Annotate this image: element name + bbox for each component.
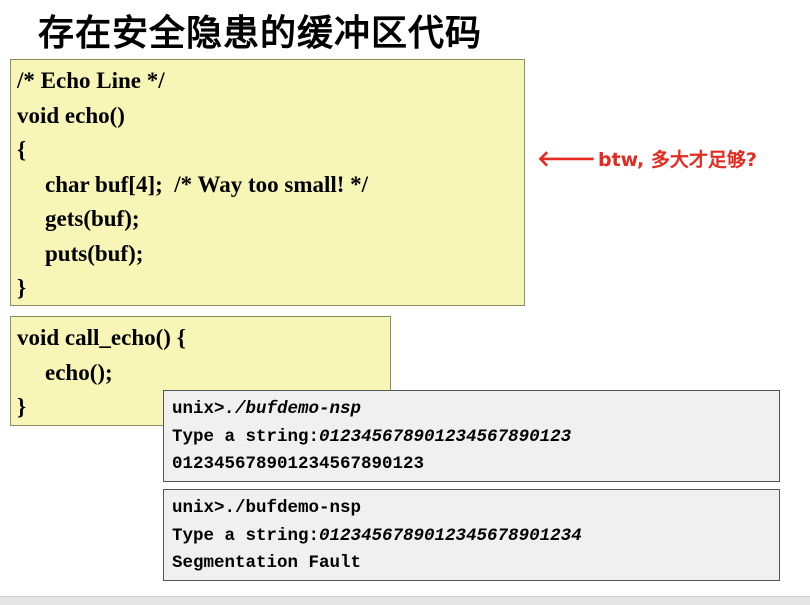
- code-line: puts(buf);: [45, 240, 144, 266]
- terminal-input-line: Type a string:012345678901234567890123: [172, 424, 779, 452]
- terminal-command: ./bufdemo-nsp: [224, 399, 362, 419]
- code-line: char buf[4]; /* Way too small! */: [45, 171, 369, 197]
- type-label: Type a string:: [172, 525, 320, 546]
- terminal-output: 012345678901234567890123: [172, 454, 425, 474]
- page-marker: [803, 576, 810, 590]
- terminal-output-2: unix>./bufdemo-nsp Type a string:0123456…: [163, 489, 780, 581]
- typed-input: 0123456789012345678901234: [319, 525, 582, 546]
- terminal-output: Segmentation Fault: [172, 553, 362, 573]
- terminal-prompt: unix>: [172, 399, 225, 419]
- left-arrow-icon: 🡐: [537, 147, 596, 172]
- code-line: gets(buf);: [45, 206, 140, 231]
- terminal-command-line: unix>./bufdemo-nsp: [172, 396, 779, 424]
- code-line: /* Echo Line */: [17, 68, 165, 93]
- size-note: 🡐 btw, 多大才足够?: [537, 146, 757, 174]
- terminal-command: ./bufdemo-nsp: [224, 498, 362, 518]
- terminal-prompt: unix>: [172, 498, 225, 518]
- type-label: Type a string:: [172, 426, 320, 447]
- terminal-command-line: unix>./bufdemo-nsp: [172, 495, 779, 523]
- code-line: void call_echo() {: [17, 325, 186, 350]
- code-line: }: [17, 275, 27, 300]
- code-line: echo();: [45, 359, 113, 385]
- echo-code-box: /* Echo Line */ void echo() { char buf[4…: [10, 59, 525, 306]
- note-text: btw, 多大才足够?: [598, 149, 757, 171]
- terminal-output-1: unix>./bufdemo-nsp Type a string:0123456…: [163, 390, 780, 482]
- code-line: void echo(): [17, 102, 125, 128]
- slide-title: 存在安全隐患的缓冲区代码: [38, 13, 483, 54]
- terminal-input-line: Type a string:0123456789012345678901234: [172, 523, 779, 551]
- typed-input: 012345678901234567890123: [319, 426, 572, 447]
- code-line: {: [17, 137, 27, 162]
